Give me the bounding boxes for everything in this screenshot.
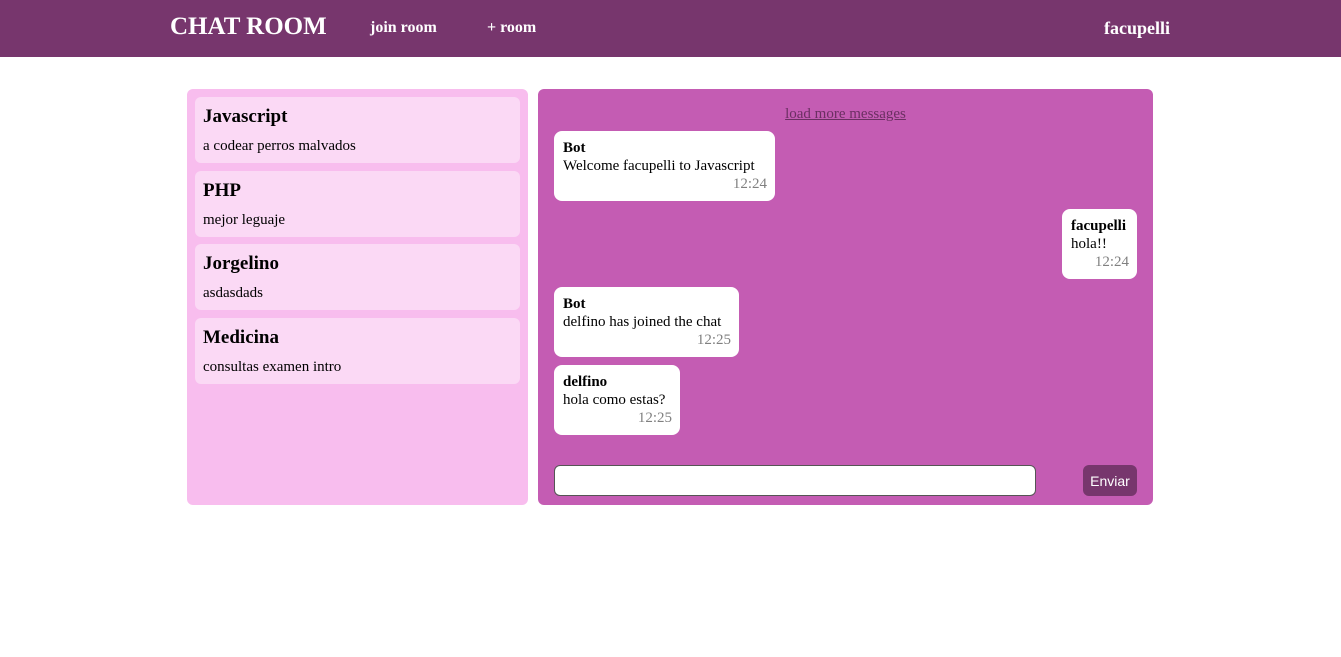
room-name: PHP: [203, 180, 241, 201]
message-input[interactable]: [554, 465, 1036, 496]
room-item-php[interactable]: PHP mejor leguaje: [195, 171, 520, 237]
message-author: delfino: [563, 374, 608, 390]
username-link[interactable]: facupelli: [1104, 17, 1170, 39]
message-text: hola como estas?: [563, 392, 666, 408]
top-navbar: CHAT ROOM join room + room facupelli: [0, 0, 1341, 57]
message-text: Welcome facupelli to Javascript: [563, 158, 755, 174]
message-author: facupelli: [1071, 218, 1126, 234]
room-name: Jorgelino: [203, 253, 279, 274]
room-description: consultas examen intro: [203, 359, 342, 375]
room-name: Medicina: [203, 327, 279, 348]
message-author: Bot: [563, 296, 586, 312]
chat-panel: load more messages Bot Welcome facupelli…: [538, 89, 1153, 505]
room-description: a codear perros malvados: [203, 138, 356, 154]
send-button[interactable]: Enviar: [1083, 465, 1137, 496]
rooms-panel: Javascript a codear perros malvados PHP …: [187, 89, 528, 505]
message-bubble: delfino hola como estas? 12:25: [554, 365, 680, 435]
message-time: 12:25: [696, 332, 731, 348]
app-title[interactable]: CHAT ROOM: [170, 11, 327, 43]
room-description: asdasdads: [203, 285, 263, 301]
load-more-link[interactable]: load more messages: [785, 106, 906, 122]
load-more-row: load more messages: [538, 104, 1153, 124]
room-name: Javascript: [203, 106, 288, 127]
message-text: hola!!: [1071, 236, 1107, 252]
message-bubble: Bot delfino has joined the chat 12:25: [554, 287, 739, 357]
message-time: 12:24: [732, 176, 767, 192]
message-text: delfino has joined the chat: [563, 314, 722, 330]
room-item-medicina[interactable]: Medicina consultas examen intro: [195, 318, 520, 384]
room-item-javascript[interactable]: Javascript a codear perros malvados: [195, 97, 520, 163]
join-room-link[interactable]: join room: [370, 18, 437, 38]
room-item-jorgelino[interactable]: Jorgelino asdasdads: [195, 244, 520, 310]
message-time: 12:24: [1094, 254, 1129, 270]
message-time: 12:25: [637, 410, 672, 426]
add-room-link[interactable]: + room: [487, 18, 536, 38]
message-bubble-own: facupelli hola!! 12:24: [1062, 209, 1137, 279]
message-bubble: Bot Welcome facupelli to Javascript 12:2…: [554, 131, 775, 201]
message-author: Bot: [563, 140, 586, 156]
room-description: mejor leguaje: [203, 212, 286, 228]
